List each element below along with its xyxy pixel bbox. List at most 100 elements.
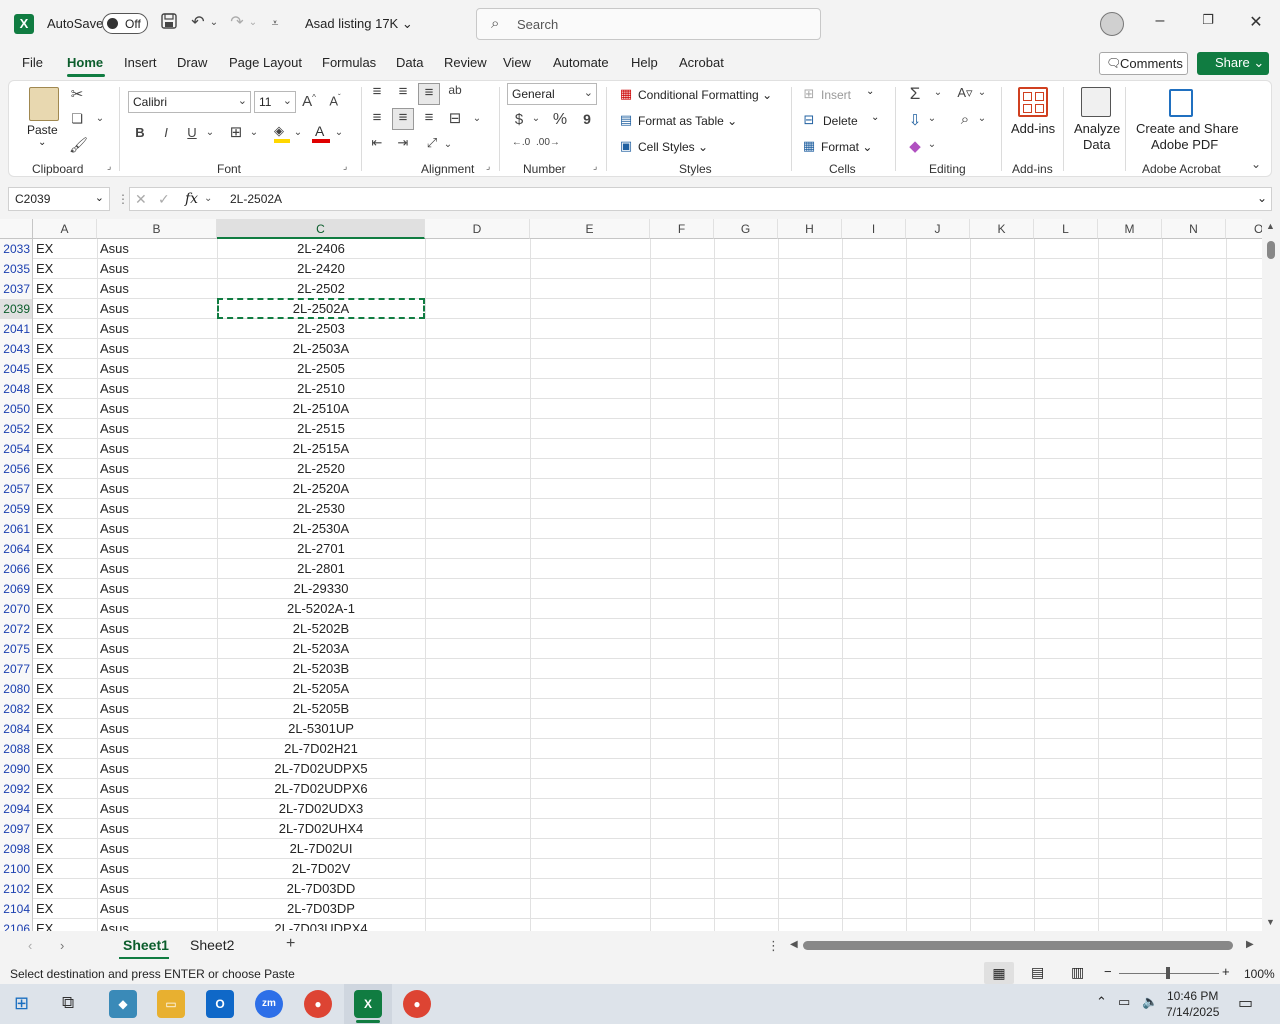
outlook-icon[interactable]: O <box>206 990 234 1018</box>
scroll-right-icon[interactable]: ▶ <box>1246 939 1254 950</box>
fill-dropdown-icon[interactable]: ⌄ <box>927 113 937 124</box>
enter-icon[interactable]: ✓ <box>158 191 170 208</box>
show-hidden-icons-icon[interactable]: ⌃ <box>1096 994 1107 1010</box>
merge-dropdown-icon[interactable]: ⌄ <box>472 113 482 124</box>
increase-decimal-icon[interactable]: ←.0 <box>510 137 532 148</box>
cell-a[interactable]: EX <box>33 799 97 819</box>
align-bottom-icon[interactable]: ≡ <box>418 83 440 105</box>
sheet-tab-sheet1[interactable]: Sheet1 <box>123 937 169 953</box>
cell-b[interactable]: Asus <box>97 919 217 931</box>
tab-formulas[interactable]: Formulas <box>322 55 376 70</box>
sheet-prev-icon[interactable]: ‹ <box>28 938 32 953</box>
copy-dropdown-icon[interactable]: ⌄ <box>95 113 105 124</box>
decrease-font-icon[interactable]: Aˇ <box>327 93 343 108</box>
cell-a[interactable]: EX <box>33 399 97 419</box>
row-header[interactable]: 2059 <box>0 499 33 519</box>
format-painter-icon[interactable]: 🖌 <box>69 136 88 154</box>
cell-c[interactable]: 2L-7D02UDPX5 <box>217 759 425 779</box>
fill-color-dropdown-icon[interactable]: ⌄ <box>293 127 303 138</box>
more-icon[interactable]: ⋮ <box>117 192 129 206</box>
tab-draw[interactable]: Draw <box>177 55 207 70</box>
cell-a[interactable]: EX <box>33 359 97 379</box>
cell-a[interactable]: EX <box>33 479 97 499</box>
column-header-j[interactable]: J <box>906 219 970 239</box>
cell-c[interactable]: 2L-29330 <box>217 579 425 599</box>
cancel-icon[interactable]: ✕ <box>135 191 147 208</box>
expand-formula-bar-icon[interactable]: ⌄ <box>1257 191 1267 205</box>
column-header-l[interactable]: L <box>1034 219 1098 239</box>
cell-b[interactable]: Asus <box>97 719 217 739</box>
cell-c[interactable]: 2L-2510A <box>217 399 425 419</box>
fill-color-icon[interactable]: ◈ <box>274 123 290 143</box>
cell-c[interactable]: 2L-7D02H21 <box>217 739 425 759</box>
row-header[interactable]: 2050 <box>0 399 33 419</box>
fill-icon[interactable]: ⇩ <box>906 111 924 129</box>
clear-icon[interactable]: ◆ <box>906 137 924 155</box>
cell-b[interactable]: Asus <box>97 519 217 539</box>
comma-style-icon[interactable]: 9 <box>581 111 593 127</box>
cell-c[interactable]: 2L-7D02UHX4 <box>217 819 425 839</box>
number-format-combo[interactable]: General ⌄ <box>507 83 597 105</box>
row-header[interactable]: 2092 <box>0 779 33 799</box>
column-header-i[interactable]: I <box>842 219 906 239</box>
cell-b[interactable]: Asus <box>97 759 217 779</box>
cell-b[interactable]: Asus <box>97 319 217 339</box>
bold-icon[interactable]: B <box>133 125 147 140</box>
cell-c[interactable]: 2L-5203B <box>217 659 425 679</box>
cell-c[interactable]: 2L-2801 <box>217 559 425 579</box>
cell-a[interactable]: EX <box>33 579 97 599</box>
cell-c[interactable]: 2L-2503 <box>217 319 425 339</box>
cell-c[interactable]: 2L-2505 <box>217 359 425 379</box>
cell-b[interactable]: Asus <box>97 699 217 719</box>
spreadsheet-grid[interactable]: A B C D E F G H I J K L M N O 2033 EX Asus… <box>0 219 1262 931</box>
row-header[interactable]: 2097 <box>0 819 33 839</box>
windows-start-icon[interactable]: ⊞ <box>14 993 29 1014</box>
row-header[interactable]: 2072 <box>0 619 33 639</box>
row-header[interactable]: 2075 <box>0 639 33 659</box>
cell-a[interactable]: EX <box>33 259 97 279</box>
row-header[interactable]: 2037 <box>0 279 33 299</box>
cell-a[interactable]: EX <box>33 459 97 479</box>
font-launcher-icon[interactable]: ⌟ <box>343 161 347 172</box>
align-top-icon[interactable]: ≡ <box>369 83 385 100</box>
row-header[interactable]: 2048 <box>0 379 33 399</box>
cell-a[interactable]: EX <box>33 699 97 719</box>
column-header-d[interactable]: D <box>425 219 530 239</box>
customize-toolbar-icon[interactable]: ⩡ <box>266 12 284 34</box>
file-explorer-icon[interactable]: ▭ <box>157 990 185 1018</box>
underline-icon[interactable]: U <box>185 125 199 140</box>
row-header[interactable]: 2069 <box>0 579 33 599</box>
cell-b[interactable]: Asus <box>97 359 217 379</box>
find-dropdown-icon[interactable]: ⌄ <box>977 113 987 124</box>
cell-c[interactable]: 2L-2530A <box>217 519 425 539</box>
cell-c[interactable]: 2L-5205B <box>217 699 425 719</box>
cell-b[interactable]: Asus <box>97 419 217 439</box>
row-header[interactable]: 2088 <box>0 739 33 759</box>
cell-c[interactable]: 2L-2503A <box>217 339 425 359</box>
row-header[interactable]: 2066 <box>0 559 33 579</box>
cell-c[interactable]: 2L-7D03DD <box>217 879 425 899</box>
tab-automate[interactable]: Automate <box>553 55 609 70</box>
row-header[interactable]: 2061 <box>0 519 33 539</box>
tab-help[interactable]: Help <box>631 55 658 70</box>
row-header[interactable]: 2039 <box>0 299 33 319</box>
column-header-k[interactable]: K <box>970 219 1034 239</box>
insert-dropdown-icon[interactable]: ⌄ <box>866 86 874 97</box>
cell-b[interactable]: Asus <box>97 659 217 679</box>
conditional-formatting-button[interactable]: Conditional Formatting ⌄ <box>638 88 772 102</box>
cell-a[interactable]: EX <box>33 539 97 559</box>
autosum-dropdown-icon[interactable]: ⌄ <box>933 87 943 98</box>
network-icon[interactable]: ▭ <box>1118 994 1130 1010</box>
cell-c[interactable]: 2L-7D02UI <box>217 839 425 859</box>
document-name[interactable]: Asad listing 17K ⌄ <box>305 16 413 32</box>
redo-icon[interactable]: ↷ <box>227 12 247 34</box>
cell-c[interactable]: 2L-2515 <box>217 419 425 439</box>
account-avatar[interactable] <box>1100 12 1124 36</box>
cell-a[interactable]: EX <box>33 299 97 319</box>
column-header-c[interactable]: C <box>217 219 425 239</box>
row-header[interactable]: 2077 <box>0 659 33 679</box>
row-header[interactable]: 2054 <box>0 439 33 459</box>
cell-a[interactable]: EX <box>33 599 97 619</box>
cell-b[interactable]: Asus <box>97 379 217 399</box>
scroll-down-icon[interactable]: ▼ <box>1266 917 1275 927</box>
